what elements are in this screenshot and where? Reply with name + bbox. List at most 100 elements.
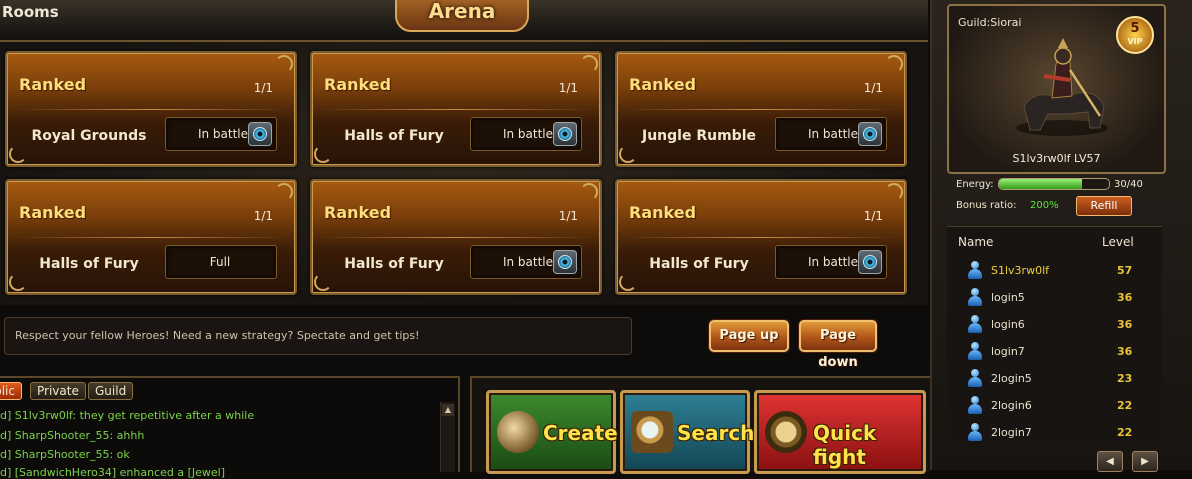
scroll-up-icon[interactable]: ▲ bbox=[442, 404, 454, 416]
room-player-count: 1/1 bbox=[253, 209, 273, 223]
room-mode: Ranked bbox=[19, 75, 87, 94]
ornament-icon bbox=[619, 273, 637, 291]
member-row[interactable]: login7 36 bbox=[947, 339, 1162, 365]
notice-text: Respect your fellow Heroes! Need a new s… bbox=[15, 329, 420, 342]
ornament-icon bbox=[580, 183, 598, 201]
room-player-count: 1/1 bbox=[558, 81, 578, 95]
ornament-icon bbox=[885, 183, 903, 201]
member-name: login6 bbox=[991, 318, 1025, 331]
sword-shield-icon bbox=[497, 411, 539, 453]
person-icon bbox=[967, 342, 983, 362]
member-level: 57 bbox=[1117, 264, 1133, 277]
bonus-label: Bonus ratio: bbox=[956, 200, 1017, 211]
profile-card: Guild:Siorai 5 VIP S1lv3rw0lf LV57 bbox=[947, 4, 1166, 174]
energy-bar-fill bbox=[999, 179, 1082, 189]
room-mode: Ranked bbox=[324, 203, 392, 222]
member-row[interactable]: login6 36 bbox=[947, 312, 1162, 338]
fist-medallion-icon bbox=[765, 411, 807, 453]
room-status-box: Full bbox=[165, 245, 277, 279]
room-player-count: 1/1 bbox=[558, 209, 578, 223]
quick-fight-label: Quick fight bbox=[813, 421, 877, 469]
room-map-name: Royal Grounds bbox=[31, 128, 147, 144]
member-name: 2login5 bbox=[991, 372, 1032, 385]
room-status-box: In battle bbox=[775, 117, 887, 151]
energy-value: 30/40 bbox=[1114, 179, 1143, 190]
member-row[interactable]: login5 36 bbox=[947, 285, 1162, 311]
arena-banner: Arena bbox=[395, 0, 529, 32]
chat-message: d] SharpShooter_55: ahhh bbox=[0, 429, 145, 442]
guild-label: Guild:Siorai bbox=[958, 16, 1022, 29]
room-status-box: In battle bbox=[165, 117, 277, 151]
room-player-count: 1/1 bbox=[863, 209, 883, 223]
room-card[interactable]: Ranked 1/1 Halls of Fury In battle bbox=[310, 179, 602, 295]
spectate-button[interactable] bbox=[553, 250, 577, 274]
divider bbox=[625, 237, 897, 238]
room-mode: Ranked bbox=[629, 75, 697, 94]
chat-message: d] [SandwichHero34] enhanced a [Jewel] bbox=[0, 466, 226, 479]
chat-scrollbar[interactable]: ▲ bbox=[440, 402, 455, 472]
notice-bar: Respect your fellow Heroes! Need a new s… bbox=[4, 317, 632, 355]
member-row[interactable]: 2login7 22 bbox=[947, 420, 1162, 446]
member-level: 36 bbox=[1117, 291, 1133, 304]
spectate-button[interactable] bbox=[248, 122, 272, 146]
spectate-button[interactable] bbox=[858, 250, 882, 274]
create-button[interactable]: Create bbox=[486, 390, 618, 474]
room-status: Full bbox=[209, 255, 231, 269]
spectate-button[interactable] bbox=[858, 122, 882, 146]
room-status-box: In battle bbox=[775, 245, 887, 279]
ornament-icon bbox=[9, 145, 27, 163]
ornament-icon bbox=[619, 145, 637, 163]
room-card[interactable]: Ranked 1/1 Halls of Fury In battle bbox=[615, 179, 907, 295]
room-card[interactable]: Ranked 1/1 Royal Grounds In battle bbox=[5, 51, 297, 167]
hero-avatar bbox=[1016, 38, 1108, 136]
room-mode: Ranked bbox=[19, 203, 87, 222]
room-grid: Ranked 1/1 Royal Grounds In battle Ranke… bbox=[0, 42, 928, 305]
member-row[interactable]: S1lv3rw0lf 57 bbox=[947, 258, 1162, 284]
room-map-name: Halls of Fury bbox=[39, 256, 139, 272]
member-level: 22 bbox=[1117, 399, 1133, 412]
person-icon bbox=[967, 261, 983, 281]
room-card[interactable]: Ranked 1/1 Jungle Rumble In battle bbox=[615, 51, 907, 167]
room-player-count: 1/1 bbox=[863, 81, 883, 95]
bonus-value: 200% bbox=[1030, 200, 1059, 211]
chat-tab-public[interactable]: blic bbox=[0, 382, 22, 400]
chat-tab-guild[interactable]: Guild bbox=[88, 382, 134, 400]
eye-icon bbox=[253, 127, 267, 141]
member-name: login7 bbox=[991, 345, 1025, 358]
room-status-box: In battle bbox=[470, 117, 582, 151]
spectate-button[interactable] bbox=[553, 122, 577, 146]
quick-fight-button[interactable]: Quick fight bbox=[754, 390, 926, 474]
room-status: In battle bbox=[807, 255, 858, 269]
room-map-name: Halls of Fury bbox=[344, 128, 444, 144]
page-up-button[interactable]: Page up bbox=[709, 320, 789, 352]
top-bar: Rooms Arena bbox=[0, 0, 928, 42]
arrow-left-icon[interactable]: ◀ bbox=[1097, 451, 1123, 472]
eye-icon bbox=[558, 127, 572, 141]
page-down-button[interactable]: Page down bbox=[799, 320, 877, 370]
vip-level: 5 bbox=[1130, 21, 1140, 36]
search-button[interactable]: Search bbox=[620, 390, 754, 474]
player-name-level: S1lv3rw0lf LV57 bbox=[1012, 152, 1101, 165]
energy-bar bbox=[998, 178, 1110, 190]
room-card[interactable]: Ranked 1/1 Halls of Fury Full bbox=[5, 179, 297, 295]
chat-tab-private[interactable]: Private bbox=[30, 382, 86, 400]
create-label: Create bbox=[543, 421, 618, 445]
ornament-icon bbox=[885, 55, 903, 73]
member-row[interactable]: 2login6 22 bbox=[947, 393, 1162, 419]
refill-button[interactable]: Refill bbox=[1076, 196, 1132, 216]
person-icon bbox=[967, 396, 983, 416]
ornament-icon bbox=[314, 145, 332, 163]
person-icon bbox=[967, 369, 983, 389]
eye-icon bbox=[863, 127, 877, 141]
person-icon bbox=[967, 423, 983, 443]
member-level: 23 bbox=[1117, 372, 1133, 385]
ornament-icon bbox=[9, 273, 27, 291]
arrow-right-icon[interactable]: ▶ bbox=[1132, 451, 1158, 472]
room-card[interactable]: Ranked 1/1 Halls of Fury In battle bbox=[310, 51, 602, 167]
room-map-name: Halls of Fury bbox=[649, 256, 749, 272]
room-status: In battle bbox=[197, 127, 248, 141]
member-row[interactable]: 2login5 23 bbox=[947, 366, 1162, 392]
room-player-count: 1/1 bbox=[253, 81, 273, 95]
divider bbox=[15, 109, 287, 110]
eye-icon bbox=[863, 255, 877, 269]
